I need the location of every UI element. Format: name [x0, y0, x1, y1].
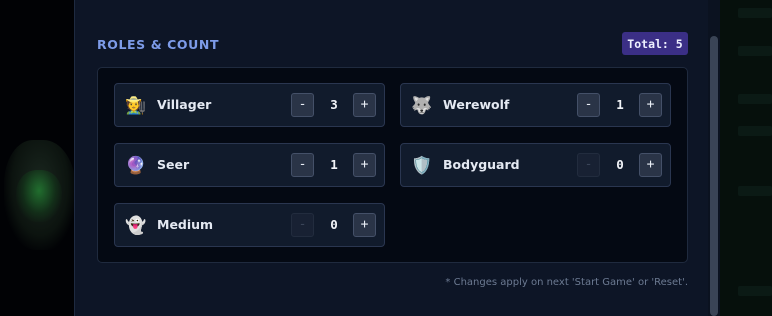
decrement-werewolf-button[interactable]: - — [577, 93, 600, 117]
background-glow — [16, 170, 62, 222]
crystal-ball-icon: 🔮 — [125, 156, 147, 176]
background-line — [738, 286, 772, 296]
farmer-icon: 🧑‍🌾 — [125, 96, 147, 116]
changes-footnote: * Changes apply on next 'Start Game' or … — [445, 277, 688, 288]
background-line — [738, 186, 772, 196]
role-name: Medium — [157, 217, 214, 232]
role-name: Villager — [157, 97, 212, 112]
roles-list: 🧑‍🌾 Villager - 3 + 🐺 Werewolf - 1 + 🔮 Se… — [97, 67, 688, 263]
section-title: ROLES & COUNT — [97, 37, 220, 52]
role-card-werewolf: 🐺 Werewolf - 1 + — [400, 83, 671, 127]
increment-seer-button[interactable]: + — [353, 153, 376, 177]
role-name: Bodyguard — [443, 157, 520, 172]
background-right — [720, 0, 772, 316]
decrement-seer-button[interactable]: - — [291, 153, 314, 177]
role-count: 3 — [330, 97, 338, 112]
role-count: 1 — [330, 157, 338, 172]
role-name: Seer — [157, 157, 190, 172]
decrement-villager-button[interactable]: - — [291, 93, 314, 117]
decrement-medium-button[interactable]: - — [291, 213, 314, 237]
background-line — [738, 94, 772, 104]
role-count: 0 — [616, 157, 624, 172]
background-line — [738, 46, 772, 56]
wolf-icon: 🐺 — [411, 96, 433, 116]
role-count: 1 — [616, 97, 624, 112]
background-left — [0, 0, 74, 316]
increment-villager-button[interactable]: + — [353, 93, 376, 117]
total-badge: Total: 5 — [622, 32, 688, 55]
role-name: Werewolf — [443, 97, 510, 112]
role-card-seer: 🔮 Seer - 1 + — [114, 143, 385, 187]
shield-icon: 🛡️ — [411, 156, 433, 176]
role-card-villager: 🧑‍🌾 Villager - 3 + — [114, 83, 385, 127]
role-card-bodyguard: 🛡️ Bodyguard - 0 + — [400, 143, 671, 187]
role-card-medium: 👻 Medium - 0 + — [114, 203, 385, 247]
ghost-icon: 👻 — [125, 216, 147, 236]
modal-scrollbar-thumb[interactable] — [710, 36, 718, 316]
background-line — [738, 8, 772, 18]
increment-medium-button[interactable]: + — [353, 213, 376, 237]
increment-bodyguard-button[interactable]: + — [639, 153, 662, 177]
decrement-bodyguard-button[interactable]: - — [577, 153, 600, 177]
increment-werewolf-button[interactable]: + — [639, 93, 662, 117]
role-count: 0 — [330, 217, 338, 232]
background-line — [738, 126, 772, 136]
